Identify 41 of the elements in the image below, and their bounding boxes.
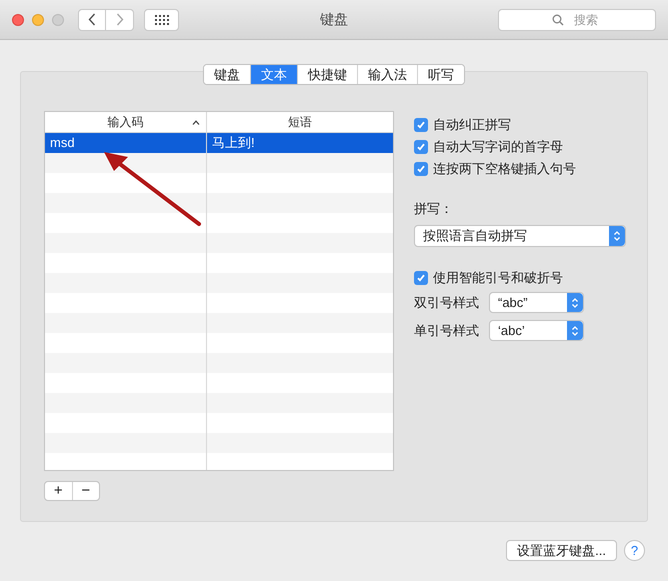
- checkbox[interactable]: [414, 118, 428, 132]
- window-title: 键盘: [320, 10, 348, 29]
- stepper-icon: [567, 321, 583, 340]
- add-button[interactable]: +: [45, 482, 72, 500]
- tab[interactable]: 文本: [250, 65, 297, 84]
- option-label: 自动纠正拼写: [433, 116, 511, 134]
- checkmark-icon: [416, 120, 426, 130]
- search-field[interactable]: 搜索: [498, 8, 656, 30]
- checkmark-icon: [416, 272, 426, 282]
- checkbox[interactable]: [414, 270, 428, 284]
- help-button[interactable]: ?: [624, 540, 645, 561]
- column-header[interactable]: 输入码: [45, 112, 207, 132]
- grid-icon: [154, 14, 168, 24]
- show-all-button[interactable]: [144, 8, 179, 30]
- chevron-left-icon: [88, 13, 96, 26]
- table-cell-text: 马上到!: [211, 134, 256, 152]
- back-button[interactable]: [78, 8, 106, 30]
- column-header[interactable]: 短语: [207, 112, 393, 132]
- quote-style-label: 双引号样式: [414, 294, 480, 312]
- close-button[interactable]: [12, 14, 24, 26]
- checkbox[interactable]: [414, 140, 428, 154]
- table-row[interactable]: msd 马上到!: [45, 133, 393, 153]
- checkmark-icon: [416, 142, 426, 152]
- spelling-label: 拼写：: [414, 200, 454, 218]
- tab[interactable]: 听写: [417, 65, 464, 84]
- checkmark-icon: [416, 164, 426, 174]
- stepper-icon: [609, 226, 625, 246]
- quote-style-label: 单引号样式: [414, 322, 480, 340]
- chevron-right-icon: [116, 13, 124, 26]
- option-label: 使用智能引号和破折号: [433, 268, 563, 287]
- option-label: 自动大写字词的首字母: [433, 138, 563, 156]
- quote-style-select[interactable]: “abc”: [489, 292, 584, 313]
- minimize-button[interactable]: [32, 14, 44, 26]
- spelling-select[interactable]: 按照语言自动拼写: [414, 224, 626, 246]
- search-icon: [552, 14, 564, 26]
- checkbox[interactable]: [414, 162, 428, 176]
- bluetooth-keyboard-button[interactable]: 设置蓝牙键盘...: [506, 540, 617, 561]
- option-label: 连按两下空格键插入句号: [433, 160, 576, 178]
- remove-button[interactable]: −: [72, 482, 99, 500]
- stepper-icon: [567, 293, 583, 312]
- quote-style-select[interactable]: ‘abc’: [489, 320, 584, 341]
